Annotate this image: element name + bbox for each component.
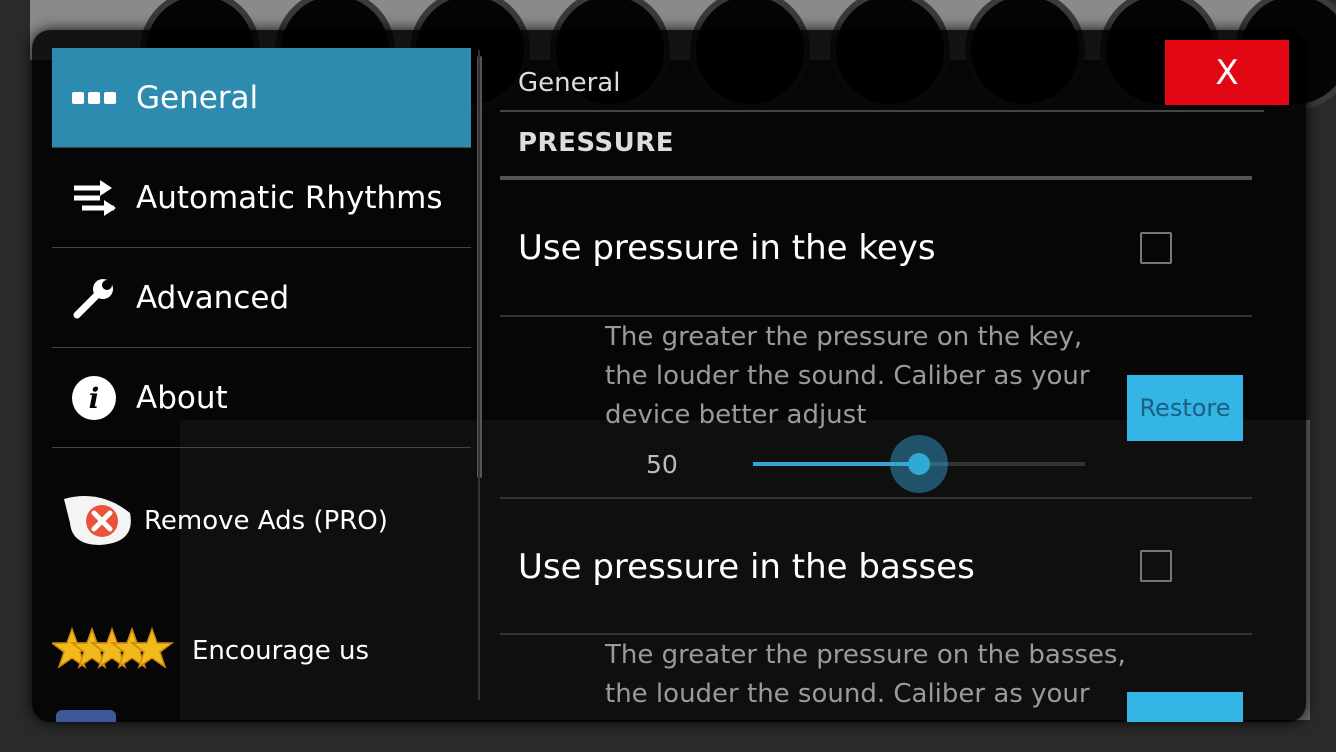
stars-icon (52, 621, 192, 681)
pref-description-keys: The greater the pressure on the key, the… (605, 322, 1090, 430)
svg-text:i: i (89, 382, 100, 415)
row-divider (500, 497, 1252, 499)
pref-title-keys: Use pressure in the keys (518, 228, 936, 268)
section-divider (500, 176, 1252, 180)
menu-item-label: Automatic Rhythms (136, 179, 443, 216)
facebook-icon[interactable] (56, 710, 116, 722)
menu-item-automatic-rhythms[interactable]: Automatic Rhythms (52, 148, 471, 248)
menu-item-label: Advanced (136, 279, 290, 316)
pref-description-basses: The greater the pressure on the basses, … (605, 640, 1126, 709)
keys-pressure-checkbox[interactable] (1140, 232, 1172, 264)
basses-pressure-checkbox[interactable] (1140, 550, 1172, 582)
row-divider (500, 315, 1252, 317)
menu-item-advanced[interactable]: Advanced (52, 248, 471, 348)
encourage-us-label: Encourage us (192, 636, 369, 666)
settings-dialog: X General Automatic Rhythms Advanced i A… (32, 30, 1306, 722)
menu-item-about[interactable]: i About (52, 348, 471, 448)
info-icon: i (52, 375, 136, 421)
restore-button-basses[interactable] (1127, 692, 1243, 722)
restore-button[interactable]: Restore (1127, 375, 1243, 441)
menu-item-label: About (136, 379, 228, 416)
slider-value: 50 (646, 450, 678, 479)
encourage-us-item[interactable]: Encourage us (52, 606, 472, 696)
section-header: PRESSURE (518, 128, 675, 158)
pref-title-basses: Use pressure in the basses (518, 547, 975, 587)
remove-ads-icon (52, 493, 144, 549)
menu-divider (478, 50, 480, 700)
settings-menu: General Automatic Rhythms Advanced i Abo… (52, 48, 482, 722)
dots-icon (52, 90, 136, 106)
wrench-icon (52, 275, 136, 321)
slider-thumb[interactable] (890, 435, 948, 493)
settings-panel: General PRESSURE Use pressure in the key… (500, 30, 1300, 722)
shuffle-arrows-icon (52, 176, 136, 220)
remove-ads-label: Remove Ads (PRO) (144, 506, 388, 536)
pressure-slider[interactable] (753, 435, 1085, 493)
menu-item-label: General (136, 79, 259, 116)
panel-title: General (518, 68, 621, 98)
remove-ads-item[interactable]: Remove Ads (PRO) (52, 476, 472, 566)
title-divider (500, 110, 1264, 112)
menu-item-general[interactable]: General (52, 48, 471, 148)
row-divider (500, 633, 1252, 635)
